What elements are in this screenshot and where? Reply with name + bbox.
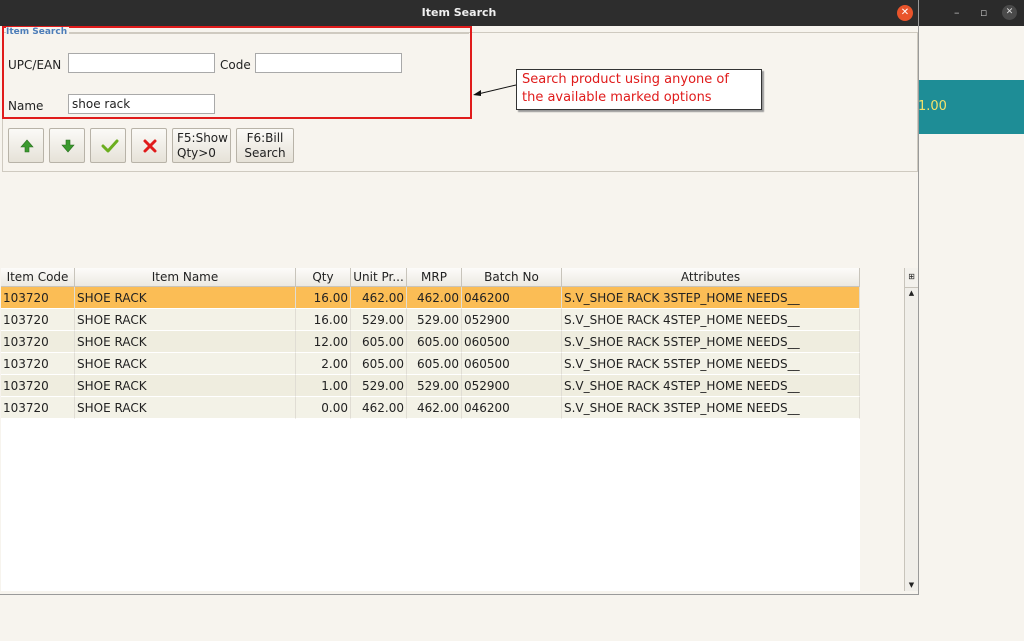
upc-input[interactable]	[68, 53, 215, 73]
annotation-line-2: the available marked options	[522, 90, 712, 105]
code-label: Code	[220, 58, 251, 72]
qty-cell: 12.00	[296, 331, 351, 353]
mrp-cell: 529.00	[407, 309, 462, 331]
attributes-cell: S.V_SHOE RACK 5STEP_HOME NEEDS__	[562, 353, 860, 375]
item-name-cell: SHOE RACK	[75, 397, 296, 419]
column-chooser-icon[interactable]: ⊞	[905, 268, 918, 288]
ok-button[interactable]	[90, 128, 126, 163]
unit-price-cell: 529.00	[351, 375, 407, 397]
vertical-scrollbar[interactable]: ⊞ ▲ ▼	[904, 268, 918, 591]
table-row[interactable]: 103720 SHOE RACK 1.00 529.00 529.00 052900 S.V…	[1, 375, 860, 397]
table-row[interactable]: 103720 SHOE RACK 0.00 462.00 462.00 046200 S.V…	[1, 397, 860, 419]
table-row[interactable]: 103720 SHOE RACK 2.00 605.00 605.00 060500 S.V…	[1, 353, 860, 375]
unit-price-cell: 462.00	[351, 287, 407, 309]
f6-line-2: Search	[244, 146, 286, 160]
column-header-batch-no[interactable]: Batch No	[462, 268, 562, 287]
mrp-cell: 462.00	[407, 287, 462, 309]
unit-price-cell: 462.00	[351, 397, 407, 419]
background-total-panel: 1.00	[918, 80, 1024, 134]
unit-price-cell: 529.00	[351, 309, 407, 331]
column-header-item-code[interactable]: Item Code	[1, 268, 75, 287]
arrow-down-icon	[61, 139, 75, 153]
x-icon	[143, 139, 157, 153]
upc-label: UPC/EAN	[8, 58, 62, 72]
batch-no-cell: 060500	[462, 331, 562, 353]
batch-no-cell: 052900	[462, 309, 562, 331]
attributes-cell: S.V_SHOE RACK 4STEP_HOME NEEDS__	[562, 375, 860, 397]
column-header-qty[interactable]: Qty	[296, 268, 351, 287]
item-code-cell: 103720	[1, 331, 75, 353]
attributes-cell: S.V_SHOE RACK 4STEP_HOME NEEDS__	[562, 309, 860, 331]
qty-cell: 16.00	[296, 287, 351, 309]
scroll-down-icon[interactable]: ▼	[905, 579, 918, 591]
mrp-cell: 605.00	[407, 353, 462, 375]
background-window: – ▫ ✕ 1.00	[918, 0, 1024, 641]
background-close-icon[interactable]: ✕	[1002, 5, 1017, 20]
move-down-button[interactable]	[49, 128, 85, 163]
batch-no-cell: 046200	[462, 397, 562, 419]
item-name-cell: SHOE RACK	[75, 375, 296, 397]
table-row[interactable]: 103720 SHOE RACK 16.00 529.00 529.00 052900 S.…	[1, 309, 860, 331]
qty-cell: 2.00	[296, 353, 351, 375]
qty-cell: 1.00	[296, 375, 351, 397]
dialog-titlebar: Item Search ✕	[0, 0, 918, 26]
item-search-group-label: Item Search	[6, 27, 70, 37]
name-label: Name	[8, 99, 44, 113]
batch-no-cell: 046200	[462, 287, 562, 309]
maximize-icon[interactable]: ▫	[980, 6, 987, 19]
dialog-title: Item Search	[421, 6, 497, 19]
column-header-item-name[interactable]: Item Name	[75, 268, 296, 287]
code-input[interactable]	[255, 53, 402, 73]
qty-cell: 0.00	[296, 397, 351, 419]
item-name-cell: SHOE RACK	[75, 331, 296, 353]
annotation-callout: Search product using anyone of the avail…	[516, 69, 762, 110]
scroll-up-icon[interactable]: ▲	[905, 287, 918, 299]
move-up-button[interactable]	[8, 128, 44, 163]
arrow-up-icon	[20, 139, 34, 153]
background-titlebar: – ▫ ✕	[918, 0, 1024, 26]
item-code-cell: 103720	[1, 375, 75, 397]
item-code-cell: 103720	[1, 353, 75, 375]
checkmark-icon	[101, 139, 119, 153]
background-total-value: 1.00	[918, 99, 947, 114]
close-icon[interactable]: ✕	[897, 5, 913, 21]
mrp-cell: 605.00	[407, 331, 462, 353]
attributes-cell: S.V_SHOE RACK 3STEP_HOME NEEDS__	[562, 397, 860, 419]
item-code-cell: 103720	[1, 309, 75, 331]
annotation-arrow-icon	[473, 84, 517, 96]
f5-show-qty-button[interactable]: F5:Show Qty>0	[172, 128, 231, 163]
table-row[interactable]: 103720 SHOE RACK 16.00 462.00 462.00 046200 S.…	[1, 287, 860, 309]
item-name-cell: SHOE RACK	[75, 287, 296, 309]
item-code-cell: 103720	[1, 397, 75, 419]
attributes-cell: S.V_SHOE RACK 5STEP_HOME NEEDS__	[562, 331, 860, 353]
batch-no-cell: 052900	[462, 375, 562, 397]
attributes-cell: S.V_SHOE RACK 3STEP_HOME NEEDS__	[562, 287, 860, 309]
qty-cell: 16.00	[296, 309, 351, 331]
item-code-cell: 103720	[1, 287, 75, 309]
unit-price-cell: 605.00	[351, 353, 407, 375]
item-search-dialog: Item Search ✕ Item Search UPC/EAN Code N…	[0, 0, 919, 595]
f5-line-1: F5:Show	[177, 131, 228, 145]
item-name-cell: SHOE RACK	[75, 309, 296, 331]
table-row[interactable]: 103720 SHOE RACK 12.00 605.00 605.00 060500 S.…	[1, 331, 860, 353]
f6-bill-search-button[interactable]: F6:Bill Search	[236, 128, 294, 163]
unit-price-cell: 605.00	[351, 331, 407, 353]
column-header-attributes[interactable]: Attributes	[562, 268, 860, 287]
item-name-cell: SHOE RACK	[75, 353, 296, 375]
results-table[interactable]: Item Code Item Name Qty Unit Pr... MRP B…	[1, 268, 860, 591]
column-header-unit-price[interactable]: Unit Pr...	[351, 268, 407, 287]
minimize-icon[interactable]: –	[954, 6, 960, 19]
f5-line-2: Qty>0	[177, 146, 216, 160]
annotation-line-1: Search product using anyone of	[522, 72, 729, 87]
name-input[interactable]	[68, 94, 215, 114]
f6-line-1: F6:Bill	[246, 131, 284, 145]
column-header-mrp[interactable]: MRP	[407, 268, 462, 287]
cancel-button[interactable]	[131, 128, 167, 163]
batch-no-cell: 060500	[462, 353, 562, 375]
mrp-cell: 529.00	[407, 375, 462, 397]
mrp-cell: 462.00	[407, 397, 462, 419]
